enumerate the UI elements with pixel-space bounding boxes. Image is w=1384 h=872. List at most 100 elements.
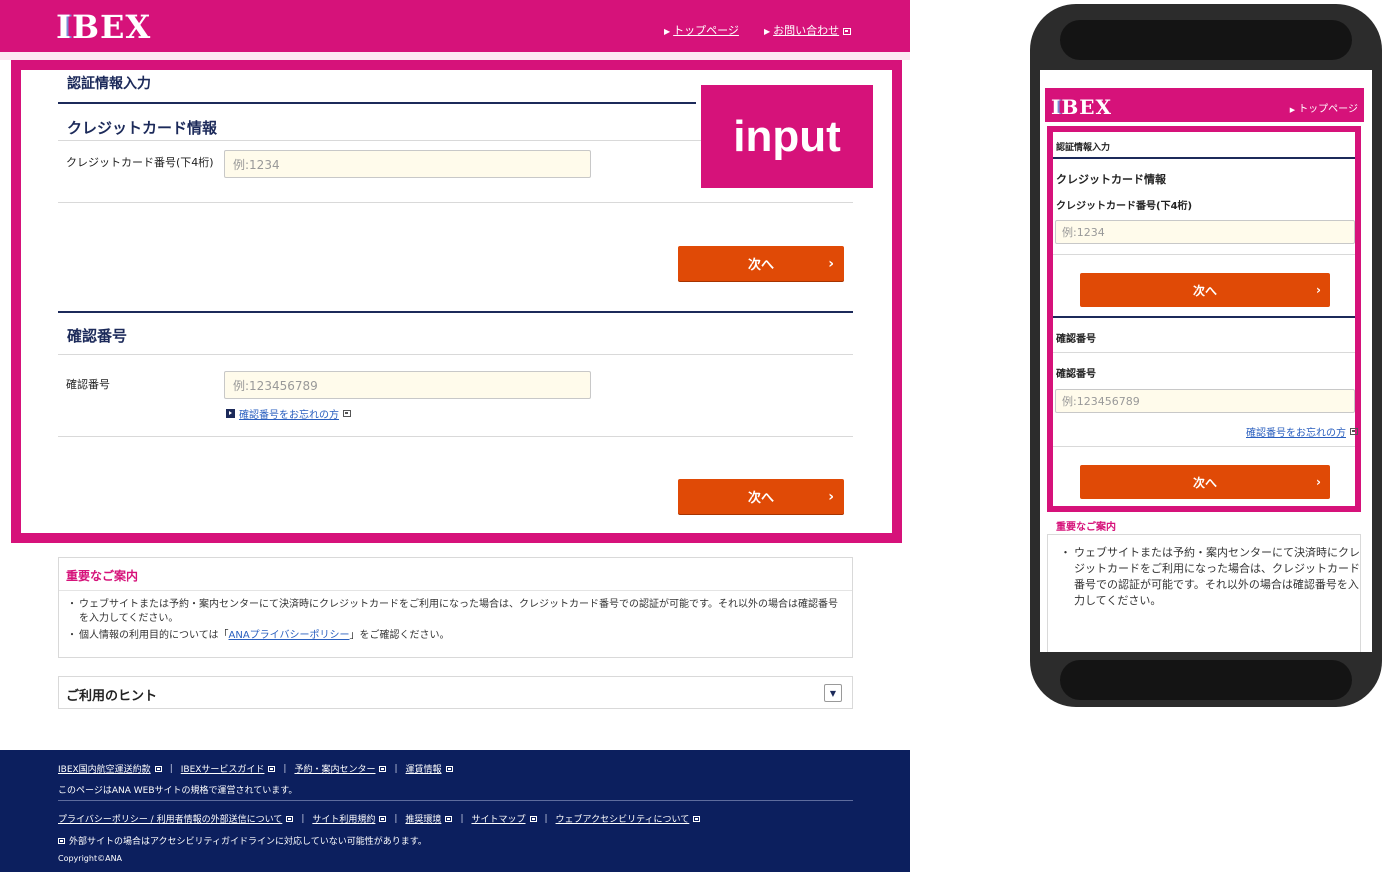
- separator: |: [301, 813, 305, 824]
- chevron-down-icon[interactable]: ▼: [824, 684, 842, 702]
- mobile-credit-card-input[interactable]: 例:1234: [1055, 220, 1355, 244]
- footer-link-sitemap[interactable]: サイトマップ: [471, 812, 525, 825]
- footer-link-environment[interactable]: 推奨環境: [405, 812, 441, 825]
- section-rule: [58, 311, 853, 313]
- external-window-icon: [1350, 428, 1358, 435]
- mobile-notice-list: ウェブサイトまたは予約・案内センターにて決済時にクレジットカードをご利用になった…: [1060, 545, 1360, 609]
- notice-item-suffix: 」をご確認ください。: [349, 630, 450, 641]
- footer-link-service-guide[interactable]: IBEXサービスガイド: [181, 762, 265, 775]
- arrow-right-icon: ▶: [664, 27, 671, 36]
- mobile-top-page-link[interactable]: ▶ トップページ: [1290, 100, 1358, 115]
- next-label: 次へ: [1192, 283, 1217, 298]
- chevron-right-icon: ›: [1316, 475, 1321, 489]
- phone-top-bezel: [1060, 20, 1352, 60]
- privacy-policy-link[interactable]: ANAプライバシーポリシー: [229, 630, 350, 641]
- divider: [58, 354, 853, 355]
- contact-link[interactable]: ▶ お問い合わせ: [764, 22, 852, 38]
- external-window-icon: [379, 765, 387, 772]
- separator: |: [394, 763, 398, 774]
- divider: [58, 436, 853, 437]
- mobile-confirmation-next-button[interactable]: 次へ ›: [1080, 465, 1330, 499]
- notice-item: ウェブサイトまたは予約・案内センターにて決済時にクレジットカードをご利用になった…: [67, 598, 847, 626]
- ibex-logo[interactable]: IBEX: [56, 8, 151, 46]
- next-label: 次へ: [747, 258, 774, 273]
- footer-link-reservation-center[interactable]: 予約・案内センター: [294, 762, 375, 775]
- footer-link-privacy[interactable]: プライバシーポリシー / 利用者情報の外部送信について: [58, 812, 282, 825]
- separator: |: [460, 813, 464, 824]
- mobile-forgot-confirmation-link[interactable]: 確認番号をお忘れの方: [1246, 424, 1358, 439]
- mobile-credit-card-next-button[interactable]: 次へ ›: [1080, 273, 1330, 307]
- mobile-notice-box: ウェブサイトまたは予約・案内センターにて決済時にクレジットカードをご利用になった…: [1047, 534, 1361, 652]
- footer-external-note: 外部サイトの場合はアクセシビリティガイドラインに対応していない可能性があります。: [58, 834, 427, 847]
- confirmation-next-button[interactable]: 次へ ›: [678, 479, 844, 514]
- chevron-right-icon: ›: [828, 488, 834, 505]
- chevron-right-icon: ›: [828, 255, 834, 272]
- arrow-right-icon: ▶: [764, 27, 771, 36]
- confirmation-input[interactable]: 例:123456789: [224, 371, 591, 399]
- credit-card-next-button[interactable]: 次へ ›: [678, 246, 844, 281]
- mobile-notice-title: 重要なご案内: [1056, 522, 1116, 533]
- external-window-icon: [379, 815, 387, 822]
- site-footer: IBEX国内航空運送約款 | IBEXサービスガイド | 予約・案内センター |…: [0, 750, 910, 872]
- notice-list: ウェブサイトまたは予約・案内センターにて決済時にクレジットカードをご利用になった…: [67, 598, 847, 643]
- mobile-confirmation-input[interactable]: 例:123456789: [1055, 389, 1355, 413]
- footer-links-row: プライバシーポリシー / 利用者情報の外部送信について | サイト利用規約 | …: [58, 812, 701, 825]
- site-header: IBEX ▶ トップページ ▶ お問い合わせ: [0, 0, 910, 60]
- separator: |: [283, 763, 287, 774]
- desktop-view: IBEX ▶ トップページ ▶ お問い合わせ 認証情報入力 クレジットカード情報 ク…: [0, 0, 910, 872]
- mobile-forgot-label: 確認番号をお忘れの方: [1246, 428, 1346, 439]
- important-notice-box: 重要なご案内 ウェブサイトまたは予約・案内センターにて決済時にクレジットカードを…: [58, 557, 853, 658]
- notice-item: 個人情報の利用目的については「ANAプライバシーポリシー」をご確認ください。: [67, 629, 847, 643]
- divider: [1053, 254, 1355, 255]
- arrow-right-icon: ▶: [1289, 106, 1296, 114]
- mobile-confirmation-label: 確認番号: [1056, 369, 1096, 380]
- footer-note: このページはANA WEBサイトの規格で運営されています。: [58, 786, 298, 796]
- mobile-notice-item: ウェブサイトまたは予約・案内センターにて決済時にクレジットカードをご利用になった…: [1060, 545, 1360, 609]
- separator: |: [169, 763, 173, 774]
- divider: [1053, 446, 1355, 447]
- credit-card-label: クレジットカード番号(下4桁): [66, 156, 214, 169]
- mobile-page-title: 認証情報入力: [1056, 143, 1111, 153]
- confirmation-section-title: 確認番号: [67, 327, 128, 345]
- mobile-header: IBEX ▶ トップページ: [1045, 88, 1364, 122]
- separator: |: [394, 813, 398, 824]
- phone-bottom-bezel: [1060, 660, 1352, 700]
- notice-title: 重要なご案内: [66, 569, 139, 583]
- usage-hint-accordion[interactable]: ご利用のヒント ▼: [58, 676, 853, 709]
- mobile-confirmation-placeholder: 例:123456789: [1062, 395, 1140, 408]
- title-rule: [1053, 157, 1355, 159]
- contact-label: お問い合わせ: [773, 24, 840, 37]
- confirmation-label: 確認番号: [66, 378, 110, 391]
- footer-link-conditions[interactable]: IBEX国内航空運送約款: [58, 762, 151, 775]
- section-rule: [1053, 316, 1355, 318]
- external-window-icon: [529, 815, 537, 822]
- chevron-right-icon: ›: [1316, 283, 1321, 297]
- footer-links-row: IBEX国内航空運送約款 | IBEXサービスガイド | 予約・案内センター |…: [58, 762, 453, 775]
- divider: [1053, 352, 1355, 353]
- external-window-icon: [286, 815, 294, 822]
- credit-card-placeholder: 例:1234: [233, 157, 280, 172]
- footer-link-terms[interactable]: サイト利用規約: [312, 812, 375, 825]
- copyright: Copyright©ANA: [58, 854, 123, 863]
- phone-mockup: IBEX ▶ トップページ 認証情報入力 クレジットカード情報 クレジットカード番…: [1030, 4, 1382, 707]
- top-page-link[interactable]: ▶ トップページ: [664, 22, 739, 38]
- footer-link-accessibility[interactable]: ウェブアクセシビリティについて: [556, 812, 690, 825]
- mobile-credit-card-label: クレジットカード番号(下4桁): [1056, 201, 1193, 212]
- mobile-confirmation-title: 確認番号: [1056, 334, 1096, 345]
- external-window-icon: [445, 815, 453, 822]
- divider: [58, 202, 853, 203]
- next-label: 次へ: [747, 491, 774, 506]
- input-badge: input: [701, 85, 873, 188]
- footer-link-fares[interactable]: 運賃情報: [406, 762, 442, 775]
- forgot-confirmation-label: 確認番号をお忘れの方: [239, 410, 339, 421]
- top-page-label: トップページ: [673, 24, 739, 37]
- forgot-confirmation-link[interactable]: 確認番号をお忘れの方: [226, 406, 351, 421]
- ibex-logo[interactable]: IBEX: [1051, 95, 1112, 119]
- notice-divider: [59, 590, 852, 591]
- arrow-box-icon: [226, 409, 235, 418]
- hint-title: ご利用のヒント: [66, 689, 158, 704]
- credit-card-input[interactable]: 例:1234: [224, 150, 591, 178]
- mobile-top-page-label: トップページ: [1298, 104, 1358, 115]
- external-window-icon: [58, 837, 65, 844]
- credit-card-section-title: クレジットカード情報: [67, 119, 218, 137]
